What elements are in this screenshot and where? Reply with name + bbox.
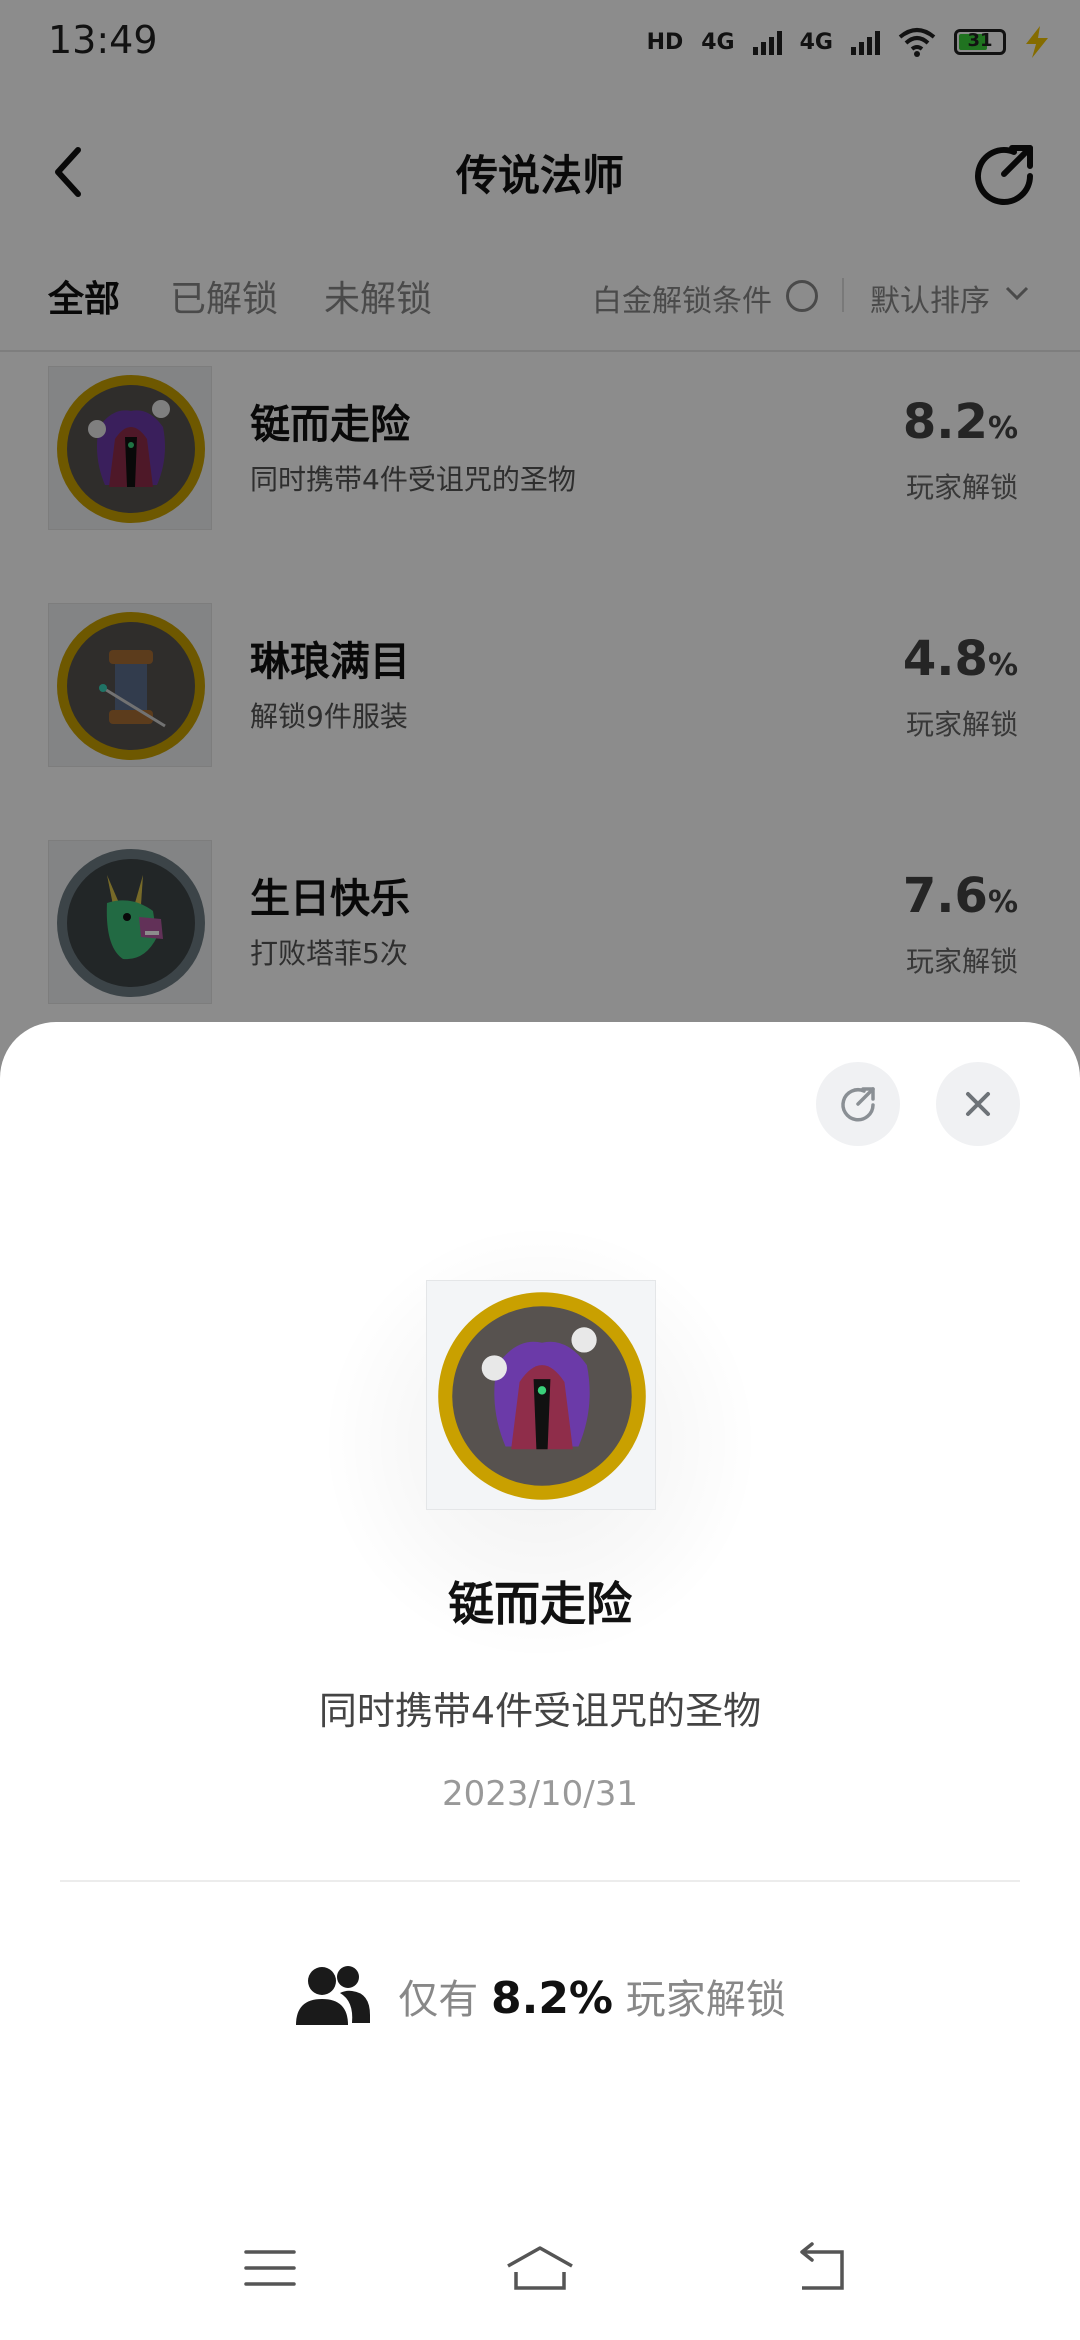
detail-description: 同时携带4件受诅咒的圣物 bbox=[318, 1689, 762, 1733]
unlock-stat-value: 8.2% bbox=[490, 1973, 614, 2024]
unlock-stat-text: 仅有 8.2% 玩家解锁 bbox=[398, 1973, 786, 2024]
sheet-close-button[interactable] bbox=[936, 1062, 1020, 1146]
unlock-date: 2023/10/31 bbox=[442, 1774, 638, 1814]
sheet-divider bbox=[60, 1880, 1020, 1882]
unlock-stat: 仅有 8.2% 玩家解锁 bbox=[0, 1956, 1080, 2036]
close-icon bbox=[966, 1092, 990, 1116]
back-nav-icon[interactable] bbox=[780, 2238, 860, 2298]
menu-icon[interactable] bbox=[230, 2238, 310, 2298]
cursed-hood-badge-icon bbox=[426, 1280, 656, 1510]
system-nav-bar bbox=[0, 2218, 1080, 2318]
users-icon bbox=[296, 1966, 371, 2025]
achievement-detail-sheet: 铤而走险 同时携带4件受诅咒的圣物 2023/10/31 仅有 8.2% 玩家解… bbox=[0, 1022, 1080, 2340]
home-icon[interactable] bbox=[500, 2238, 580, 2298]
sheet-share-button[interactable] bbox=[816, 1062, 900, 1146]
detail-title: 铤而走险 bbox=[448, 1577, 632, 1631]
share-icon bbox=[841, 1087, 875, 1122]
